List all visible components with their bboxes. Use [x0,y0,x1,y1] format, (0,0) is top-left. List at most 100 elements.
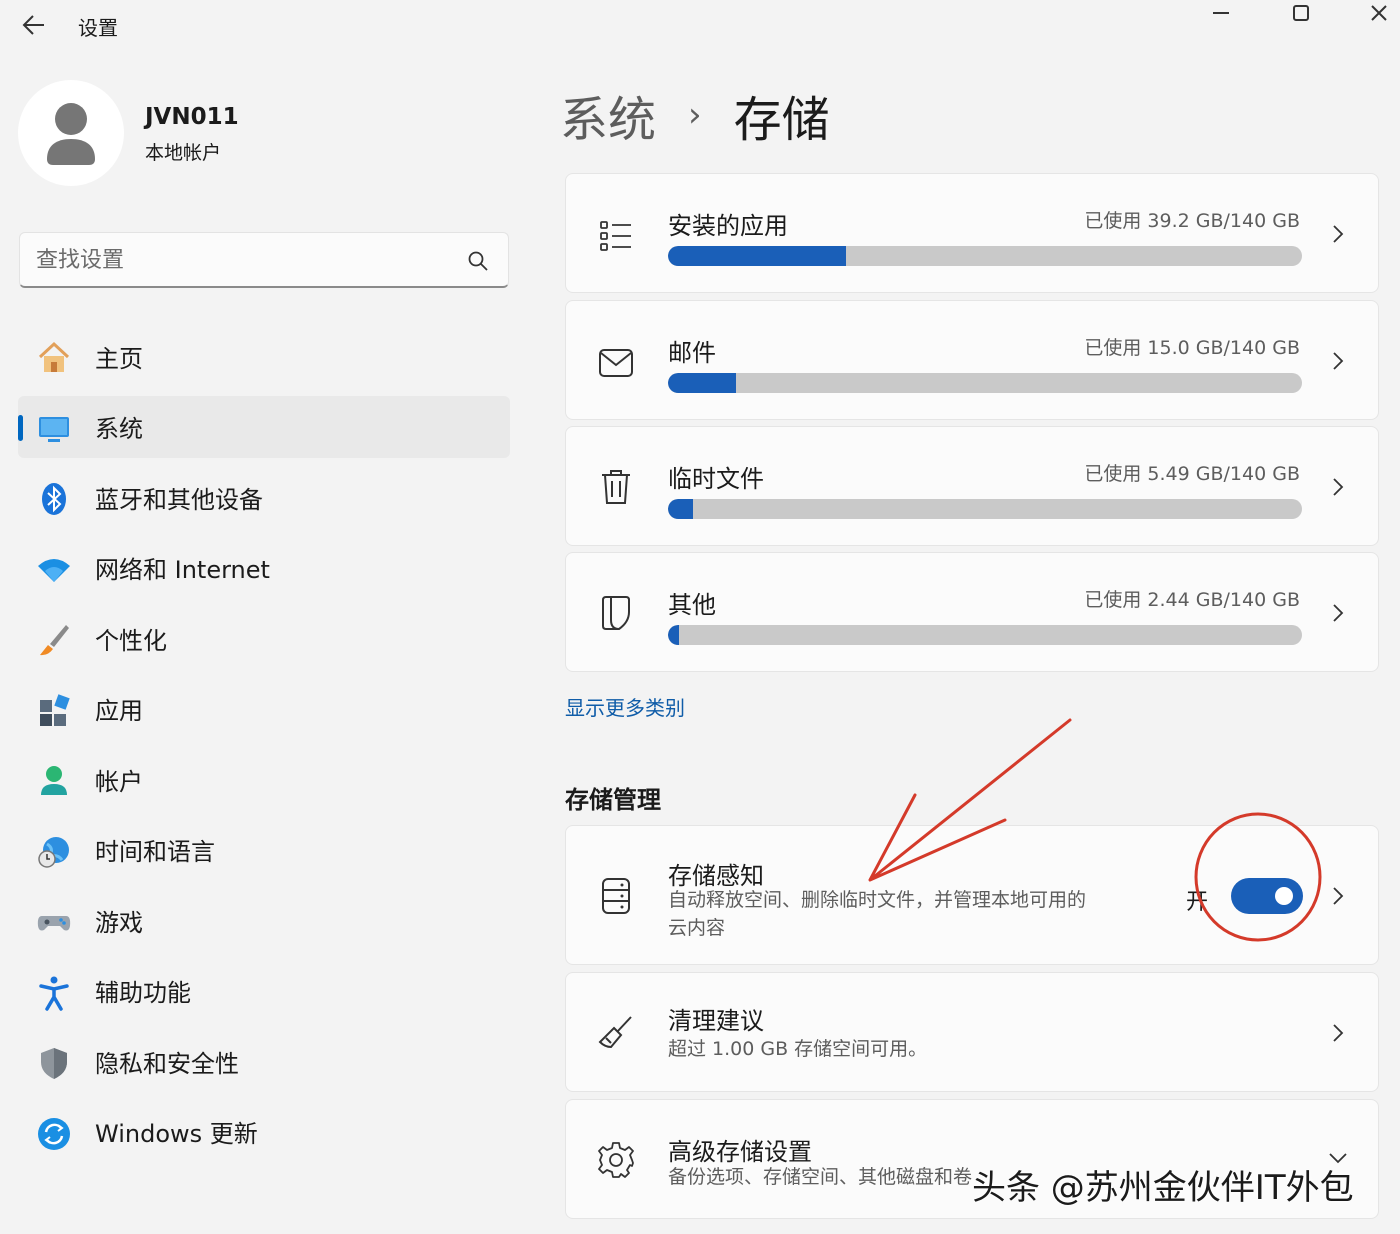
storage-sense-desc-line1: 自动释放空间、删除临时文件，并管理本地可用的 [668,889,1087,911]
maximize-icon [1293,5,1309,21]
toggle-knob [1275,887,1293,905]
chevron-right-icon [1333,887,1344,905]
list-icon [596,216,636,256]
chevron-right-icon [1333,352,1344,370]
storage-sense-card[interactable]: 存储感知 自动释放空间、删除临时文件，并管理本地可用的 云内容 开 [565,825,1379,965]
usage-bar [668,246,1302,266]
toggle-state-label: 开 [1186,890,1209,915]
advanced-settings-desc: 备份选项、存储空间、其他磁盘和卷 [668,1166,973,1188]
chevron-right-icon [1333,478,1344,496]
sidebar-item-gaming[interactable]: 游戏 [18,889,510,951]
home-icon [36,340,72,376]
sidebar-item-system[interactable]: 系统 [18,395,510,458]
storage-category-apps[interactable]: 安装的应用 已使用 39.2 GB/140 GB [565,173,1379,293]
back-button[interactable] [18,10,50,40]
category-usage: 已使用 2.44 GB/140 GB [1084,589,1300,611]
user-name: JVN011 [145,104,239,130]
breadcrumb: 系统 › 存储 [560,80,830,150]
page-title: 存储 [733,92,830,148]
wifi-icon [36,552,72,588]
category-title: 临时文件 [668,465,764,493]
brush-icon [36,622,72,658]
gear-icon [596,1140,636,1180]
account-icon [36,763,72,799]
usage-bar-fill [668,373,736,393]
sidebar-item-label: 隐私和安全性 [95,1049,239,1078]
chevron-right-icon [1333,604,1344,622]
sidebar-item-windows-update[interactable]: Windows 更新 [18,1101,510,1163]
sidebar-item-label: 系统 [95,415,143,443]
cleanup-recommendations-card[interactable]: 清理建议 超过 1.00 GB 存储空间可用。 [565,972,1379,1092]
usage-bar-fill [668,625,679,645]
category-title: 其他 [668,591,716,619]
storage-category-mail[interactable]: 邮件 已使用 15.0 GB/140 GB [565,300,1379,420]
sidebar-item-privacy[interactable]: 隐私和安全性 [18,1030,510,1092]
minimize-icon [1213,12,1229,14]
sidebar-item-home[interactable]: 主页 [18,325,510,387]
usage-bar-fill [668,499,693,519]
search-icon[interactable] [466,249,490,273]
sidebar-item-bluetooth[interactable]: 蓝牙和其他设备 [18,466,510,528]
search-box[interactable] [19,232,509,288]
broom-icon [596,1013,636,1053]
sidebar-item-network[interactable]: 网络和 Internet [18,537,510,599]
accessibility-icon [36,975,72,1011]
app-title: 设置 [78,16,118,40]
advanced-settings-title: 高级存储设置 [668,1138,812,1166]
sidebar-item-label: 主页 [95,344,143,373]
mail-icon [596,343,636,383]
show-more-categories-link[interactable]: 显示更多类别 [565,692,685,721]
monitor-icon [36,411,72,447]
sidebar-item-personalization[interactable]: 个性化 [18,607,510,669]
minimize-button[interactable] [1198,0,1244,26]
update-icon [36,1116,72,1152]
sidebar-nav: 主页 系统 蓝牙和其他设备 网络和 Internet 个性化 应用 帐户 时间和… [18,325,510,1171]
breadcrumb-parent[interactable]: 系统 [560,80,656,150]
sidebar-item-label: 游戏 [95,908,143,937]
storage-sense-desc-line2: 云内容 [668,917,726,939]
maximize-button[interactable] [1278,0,1324,26]
sidebar-item-accessibility[interactable]: 辅助功能 [18,960,510,1022]
chevron-right-icon [1333,1024,1344,1042]
category-usage: 已使用 5.49 GB/140 GB [1084,463,1300,485]
sidebar-item-accounts[interactable]: 帐户 [18,748,510,810]
category-title: 安装的应用 [668,212,788,240]
globe-clock-icon [36,834,72,870]
category-title: 邮件 [668,339,716,367]
user-icon [47,103,95,165]
watermark: 头条 @苏州金伙伴IT外包 [972,1168,1354,1208]
avatar[interactable] [18,80,124,186]
sidebar-item-apps[interactable]: 应用 [18,678,510,740]
sidebar-item-label: 个性化 [95,626,167,655]
usage-bar [668,499,1302,519]
close-icon [1371,5,1387,21]
document-icon [596,593,636,633]
bluetooth-icon [36,481,72,517]
gamepad-icon [36,904,72,940]
category-usage: 已使用 39.2 GB/140 GB [1084,210,1300,232]
sidebar-item-label: 帐户 [95,767,143,796]
usage-bar-fill [668,246,846,266]
breadcrumb-separator: › [688,95,702,135]
drive-icon [596,876,636,916]
cleanup-desc: 超过 1.00 GB 存储空间可用。 [668,1038,928,1060]
close-button[interactable] [1356,0,1400,26]
sidebar-item-label: 辅助功能 [95,979,191,1007]
category-usage: 已使用 15.0 GB/140 GB [1084,337,1300,359]
sidebar-item-time-language[interactable]: 时间和语言 [18,819,510,881]
sidebar-item-label: 应用 [95,697,143,725]
chevron-right-icon [1333,225,1344,243]
cleanup-title: 清理建议 [668,1007,764,1035]
usage-bar [668,373,1302,393]
sidebar-item-label: 网络和 Internet [95,556,270,584]
back-arrow-icon [22,15,44,35]
storage-sense-toggle[interactable] [1231,878,1303,914]
storage-category-temp-files[interactable]: 临时文件 已使用 5.49 GB/140 GB [565,426,1379,546]
shield-icon [36,1045,72,1081]
trash-icon [596,467,636,507]
usage-bar [668,625,1302,645]
sidebar-item-label: 蓝牙和其他设备 [95,485,263,514]
search-input[interactable] [36,243,456,277]
storage-category-other[interactable]: 其他 已使用 2.44 GB/140 GB [565,552,1379,672]
section-title: 存储管理 [565,786,661,814]
